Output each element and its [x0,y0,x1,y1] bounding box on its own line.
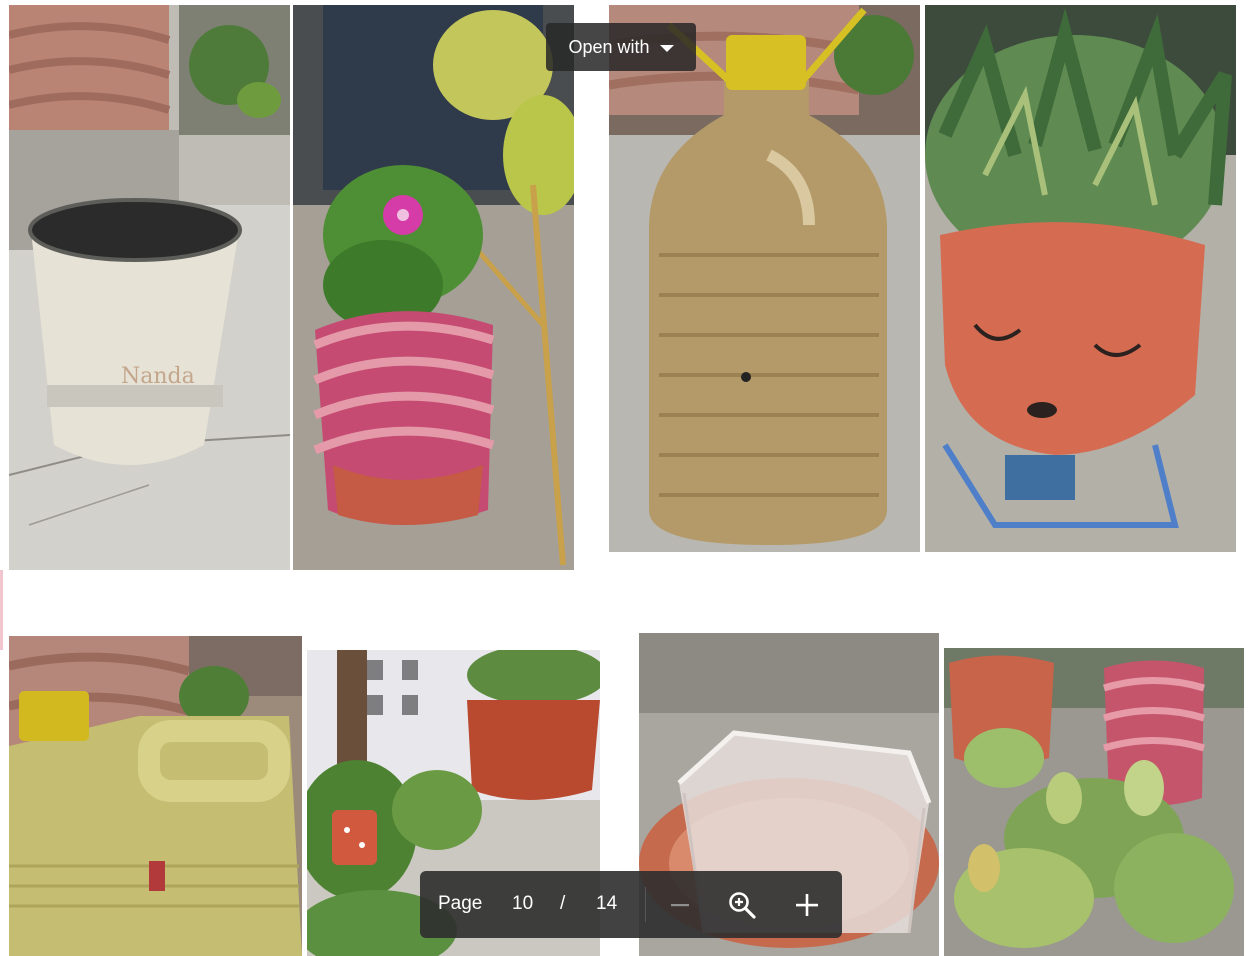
document-viewer: Nanda Open with Page 10 / 14 [0,0,1250,956]
photo-paint-bucket: Nanda [9,5,290,570]
photo-face-planter [925,5,1236,552]
photo-succulents [944,648,1244,956]
open-with-label: Open with [568,36,650,57]
svg-text:Nanda: Nanda [121,364,195,389]
page-controls: Page 10 / 14 [420,871,842,938]
edge-accent [0,570,3,650]
zoom-in-icon [729,892,756,919]
page-label: Page [438,893,483,914]
photo-jerry-can [9,636,302,956]
controls-divider [645,887,646,922]
page-separator: / [560,893,566,914]
chevron-down-icon [659,45,674,52]
current-page-number[interactable]: 10 [512,893,533,915]
zoom-in-button[interactable] [787,885,827,925]
zoom-button[interactable] [722,885,762,925]
total-pages: 14 [596,893,618,914]
plus-icon [796,894,818,916]
open-with-button[interactable]: Open with [546,23,696,71]
minus-icon [671,904,689,907]
zoom-out-button[interactable] [660,885,700,925]
photo-pink-pot-flower [293,5,574,570]
photo-plastic-bottle [609,5,920,552]
